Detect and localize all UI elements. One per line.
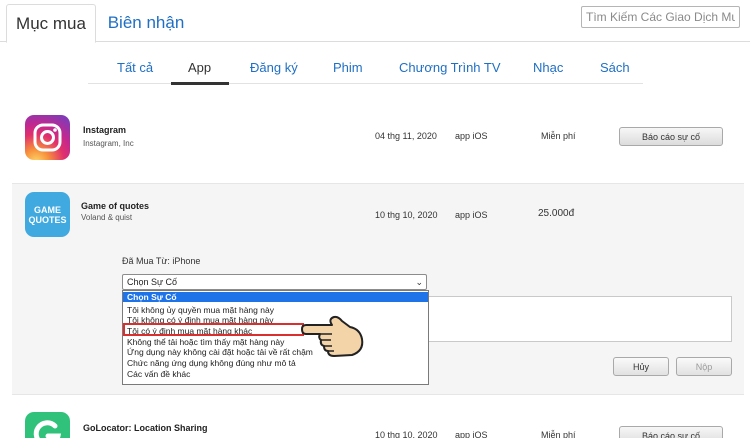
dropdown-option[interactable]: Tôi không ủy quyền mua mặt hàng này bbox=[123, 305, 428, 315]
category-books[interactable]: Sách bbox=[600, 60, 630, 75]
purchase-type: app iOS bbox=[455, 430, 488, 438]
purchase-type: app iOS bbox=[455, 210, 488, 220]
app-name: Game of quotes bbox=[81, 201, 150, 211]
category-subscriptions[interactable]: Đăng ký bbox=[250, 60, 298, 75]
tab-purchases[interactable]: Mục mua bbox=[6, 4, 96, 43]
purchased-from-label: Đã Mua Từ: iPhone bbox=[122, 256, 201, 266]
dropdown-option[interactable]: Chức năng ứng dụng không đúng như mô tả bbox=[123, 358, 428, 368]
submit-button[interactable]: Nộp bbox=[676, 357, 732, 376]
purchase-type: app iOS bbox=[455, 131, 488, 141]
category-all[interactable]: Tất cả bbox=[117, 60, 153, 75]
purchase-date: 10 thg 10, 2020 bbox=[375, 210, 438, 220]
dropdown-option[interactable]: Ứng dụng này không cài đặt hoặc tải về r… bbox=[123, 347, 428, 357]
app-developer: Instagram, Inc bbox=[83, 139, 134, 148]
problem-select[interactable]: Chọn Sự Cố ⌄ bbox=[122, 274, 427, 290]
report-problem-button[interactable]: Báo cáo sự cố bbox=[619, 426, 723, 438]
purchase-price: Miễn phí bbox=[541, 430, 576, 438]
category-tv-shows[interactable]: Chương Trình TV bbox=[399, 60, 501, 75]
category-music[interactable]: Nhạc bbox=[533, 60, 563, 75]
app-icon-text: GAME QUOTES bbox=[28, 204, 67, 225]
active-category-indicator bbox=[171, 82, 229, 85]
purchase-date: 10 thg 10, 2020 bbox=[375, 430, 438, 438]
purchase-date: 04 thg 11, 2020 bbox=[375, 131, 437, 141]
category-app[interactable]: App bbox=[188, 60, 211, 75]
report-problem-button[interactable]: Báo cáo sự cố bbox=[619, 127, 723, 146]
tab-receipts[interactable]: Biên nhận bbox=[104, 4, 188, 42]
dropdown-option[interactable]: Không thể tải hoặc tìm thấy mặt hàng này bbox=[123, 337, 428, 347]
chevron-down-icon: ⌄ bbox=[415, 277, 423, 287]
game-of-quotes-app-icon: GAME QUOTES bbox=[25, 192, 70, 237]
category-movies[interactable]: Phim bbox=[333, 60, 363, 75]
purchase-price: Miễn phí bbox=[541, 131, 576, 141]
dropdown-option[interactable]: Chọn Sự Cố bbox=[123, 292, 428, 302]
highlighted-option-box bbox=[123, 323, 304, 336]
app-developer: Voland & quist bbox=[81, 213, 133, 222]
instagram-app-icon bbox=[25, 115, 70, 160]
app-name: Instagram bbox=[83, 125, 127, 135]
dropdown-option[interactable]: Các vấn đề khác bbox=[123, 369, 428, 379]
cancel-button[interactable]: Hủy bbox=[613, 357, 669, 376]
search-input[interactable] bbox=[581, 6, 740, 28]
golocator-app-icon bbox=[25, 412, 70, 438]
purchase-price: 25.000đ bbox=[538, 208, 575, 219]
pointing-hand-icon bbox=[301, 315, 364, 357]
problem-dropdown-list[interactable]: Chọn Sự Cố Tôi không ủy quyền mua mặt hà… bbox=[122, 290, 429, 385]
problem-select-value: Chọn Sự Cố bbox=[127, 277, 178, 287]
app-name: GoLocator: Location Sharing bbox=[83, 423, 208, 433]
